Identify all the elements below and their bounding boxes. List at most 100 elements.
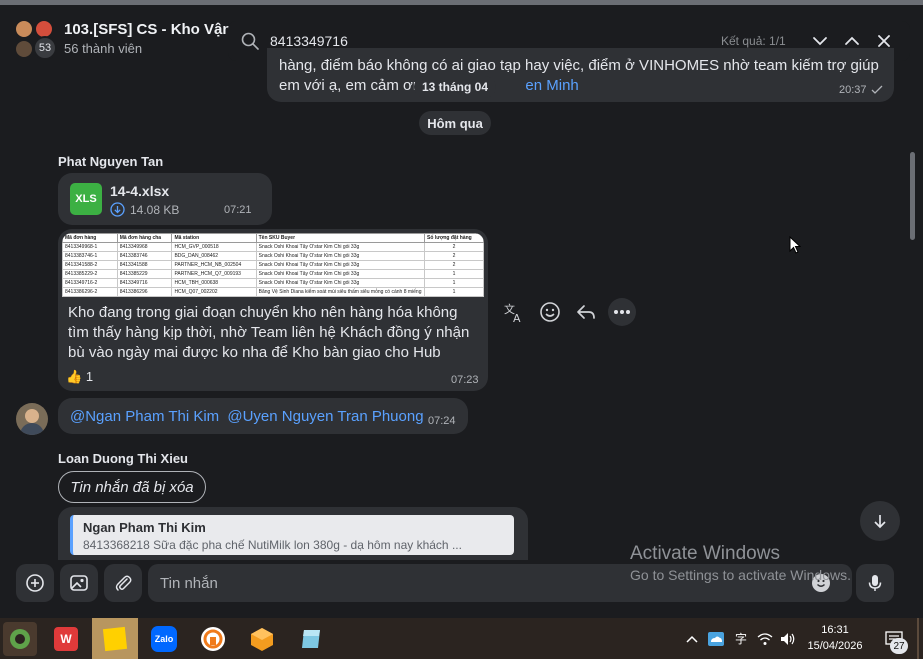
- taskbar-wps[interactable]: W: [49, 622, 83, 656]
- show-desktop-button[interactable]: [917, 618, 919, 659]
- spreadsheet-header-cell: Tên SKU Buyer: [255, 233, 426, 243]
- quoted-message[interactable]: Ngan Pham Thi Kim 8413368218 Sữa đặc pha…: [70, 515, 514, 555]
- taskbar-app-blue[interactable]: [294, 622, 328, 656]
- spreadsheet-row: 8413349716-2 8413349716 HCM_TBH_000638 Snac…: [62, 278, 484, 288]
- add-button[interactable]: [16, 564, 54, 602]
- spreadsheet-cell: 2: [424, 260, 484, 270]
- thumbs-up-icon: 👍: [66, 369, 83, 384]
- spreadsheet-cell: 1: [424, 287, 484, 297]
- mention-link[interactable]: en Minh: [525, 77, 578, 94]
- spreadsheet-cell: 2: [424, 251, 484, 261]
- spreadsheet-header-cell: Mã station: [171, 233, 257, 243]
- spreadsheet-cell: 8413349968: [116, 242, 173, 252]
- more-options-button[interactable]: [608, 298, 636, 326]
- download-icon[interactable]: [110, 202, 125, 217]
- mention-link[interactable]: @Uyen Nguyen Tran Phuong: [227, 408, 423, 425]
- mention-link[interactable]: @Ngan Pham Thi Kim: [70, 408, 219, 425]
- react-button[interactable]: [538, 300, 562, 329]
- notification-center-button[interactable]: 27: [876, 618, 912, 659]
- clock-date: 15/04/2026: [807, 640, 863, 652]
- member-avatar: [14, 39, 34, 59]
- notification-count-badge: 27: [890, 638, 908, 654]
- start-logo-icon: [10, 629, 30, 649]
- spreadsheet-cell: Băng Vệ Sinh Diana kiểm soát mùi siêu th…: [255, 287, 426, 297]
- start-button[interactable]: [3, 622, 37, 656]
- spreadsheet-cell: HCM_Q07_002202: [171, 287, 257, 297]
- onedrive-button[interactable]: [705, 618, 727, 659]
- seen-check-icon: [871, 85, 883, 94]
- translate-button[interactable]: 文A: [502, 300, 526, 329]
- spreadsheet-image[interactable]: Mã đơn hàng Mã đơn hàng cha Mã station Tên …: [62, 233, 484, 297]
- arrow-down-icon: [874, 515, 886, 529]
- spreadsheet-cell: 1: [424, 269, 484, 279]
- reply-message[interactable]: Ngan Pham Thi Kim 8413368218 Sữa đặc pha…: [58, 507, 528, 560]
- taskbar-zalo[interactable]: Zalo: [147, 622, 181, 656]
- spreadsheet-cell: HCM_GVP_000518: [171, 242, 257, 252]
- spreadsheet-cell: 8413386296: [116, 287, 173, 297]
- plus-circle-icon: [26, 574, 44, 592]
- reaction-badge[interactable]: 👍 1: [66, 369, 93, 385]
- image-button[interactable]: [60, 564, 98, 602]
- image-icon: [70, 575, 88, 591]
- glass-icon: [302, 630, 320, 648]
- image-message[interactable]: Mã đơn hàng Mã đơn hàng cha Mã station Tên …: [58, 229, 488, 391]
- wifi-icon: [757, 632, 773, 645]
- quoted-text: 8413368218 Sữa đặc pha chế NutiMilk lon …: [83, 538, 462, 552]
- group-avatar[interactable]: 53: [14, 19, 58, 61]
- message-text: @Ngan Pham Thi Kim @Uyen Nguyen Tran Phu…: [70, 407, 424, 427]
- group-name[interactable]: 103.[SFS] CS - Kho Vận: [64, 21, 232, 38]
- wps-icon: W: [54, 627, 78, 651]
- spreadsheet-cell: Snack Oshi Khoai Tây O'star Kim Chi gói …: [255, 278, 426, 288]
- cube-icon: [251, 628, 273, 651]
- sender-name[interactable]: Phat Nguyen Tan: [58, 154, 163, 169]
- spreadsheet-cell: Snack Oshi Khoai Tây O'star Kim Chi gói …: [255, 260, 426, 270]
- taskbar-app-orange[interactable]: [245, 622, 279, 656]
- member-avatar: [14, 19, 34, 39]
- avatar[interactable]: [16, 403, 48, 435]
- cloud-icon: [708, 631, 724, 646]
- spreadsheet-cell: PARTNER_HCM_NB_002504: [171, 260, 257, 270]
- message-bubble-sent[interactable]: hàng, điểm báo không có ai giao tạp hay …: [267, 48, 894, 102]
- xls-file-icon: XLS: [70, 183, 102, 215]
- remote-desktop-icon: [201, 627, 225, 651]
- message-time: 07:21: [224, 204, 252, 216]
- reply-button[interactable]: [574, 300, 598, 329]
- file-name[interactable]: 14-4.xlsx: [110, 183, 169, 199]
- taskbar-sticky-notes[interactable]: [92, 618, 138, 659]
- zalo-icon: Zalo: [151, 626, 177, 652]
- file-message[interactable]: XLS 14-4.xlsx 14.08 KB 07:21: [58, 173, 272, 225]
- speaker-icon: [781, 632, 795, 645]
- spreadsheet-cell: 8413349716-2: [62, 278, 118, 288]
- spreadsheet-cell: 2: [424, 242, 484, 252]
- deleted-message: Tin nhắn đã bị xóa: [58, 471, 206, 503]
- spreadsheet-row: 8413349968-1 8413349968 HCM_GVP_000518 Snac…: [62, 242, 484, 252]
- sender-name[interactable]: Loan Duong Thi Xieu: [58, 451, 188, 466]
- reply-icon: [577, 305, 595, 319]
- spreadsheet-header-cell: Mã đơn hàng cha: [116, 233, 173, 243]
- spreadsheet-header-cell: Mã đơn hàng: [62, 233, 118, 243]
- attach-button[interactable]: [104, 564, 142, 602]
- show-hidden-icons-button[interactable]: [683, 618, 701, 659]
- spreadsheet-header-cell: Số lượng đặt hàng: [424, 233, 484, 243]
- spreadsheet-cell: 8413383746-1: [62, 251, 118, 261]
- member-count[interactable]: 56 thành viên: [64, 41, 142, 56]
- taskbar-ultraviewer[interactable]: [196, 622, 230, 656]
- mention-message[interactable]: @Ngan Pham Thi Kim @Uyen Nguyen Tran Phu…: [58, 398, 468, 434]
- activation-watermark-title: Activate Windows: [630, 543, 780, 564]
- wifi-button[interactable]: [755, 618, 775, 659]
- scroll-to-bottom-button[interactable]: [860, 501, 900, 541]
- spreadsheet-table: Mã đơn hàng Mã đơn hàng cha Mã station Tên …: [62, 233, 484, 297]
- translate-icon: 文A: [504, 302, 521, 325]
- member-overflow-badge: 53: [33, 36, 57, 60]
- header-overlay: [228, 5, 910, 48]
- voice-button[interactable]: [856, 564, 894, 602]
- spreadsheet-cell: 8413385229-2: [62, 269, 118, 279]
- spreadsheet-cell: BDG_DAN_008462: [171, 251, 257, 261]
- input-method-indicator[interactable]: 字: [731, 618, 751, 659]
- sticky-note-icon: [102, 626, 128, 651]
- volume-button[interactable]: [778, 618, 798, 659]
- spreadsheet-row: 8413341588-2 8413341588 PARTNER_HCM_NB_002…: [62, 260, 484, 270]
- app-window: 53 103.[SFS] CS - Kho Vận 56 thành viên …: [0, 0, 923, 659]
- scrollbar-thumb[interactable]: [910, 152, 915, 240]
- clock[interactable]: 16:31 15/04/2026: [804, 622, 866, 654]
